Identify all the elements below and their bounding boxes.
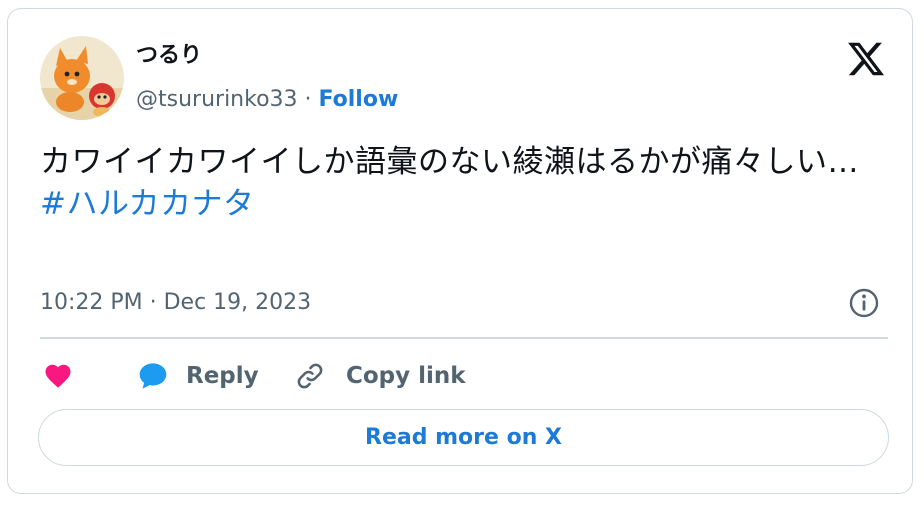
link-icon bbox=[297, 363, 323, 389]
handle-separator: · bbox=[297, 87, 319, 112]
read-more-button[interactable]: Read more on X bbox=[38, 409, 889, 466]
reply-button[interactable]: Reply bbox=[136, 359, 259, 393]
hashtag-link[interactable]: #ハルカカナタ bbox=[40, 183, 880, 225]
tweet-timestamp[interactable]: 10:22 PM · Dec 19, 2023 bbox=[40, 288, 311, 318]
like-button[interactable] bbox=[42, 359, 74, 393]
handle-row: @tsururinko33 · Follow bbox=[136, 85, 398, 115]
user-handle[interactable]: @tsururinko33 bbox=[136, 87, 298, 112]
follow-button[interactable]: Follow bbox=[319, 87, 399, 112]
heart-icon bbox=[45, 364, 71, 388]
divider bbox=[40, 337, 888, 339]
copy-link-button[interactable]: Copy link bbox=[294, 359, 466, 393]
avatar-image bbox=[40, 36, 124, 120]
reply-label: Reply bbox=[186, 363, 259, 389]
tweet-body: カワイイカワイイしか語彙のない綾瀬はるかが痛々しい… bbox=[40, 144, 859, 180]
copy-link-label: Copy link bbox=[346, 363, 466, 389]
tweet-text: カワイイカワイイしか語彙のない綾瀬はるかが痛々しい… #ハルカカナタ bbox=[40, 141, 880, 225]
speech-bubble-icon bbox=[139, 363, 167, 389]
read-more-label: Read more on X bbox=[365, 425, 562, 450]
avatar[interactable] bbox=[40, 36, 124, 120]
info-icon[interactable] bbox=[848, 287, 880, 319]
display-name[interactable]: つるり bbox=[136, 41, 202, 71]
tweet-card: つるり @tsururinko33 · Follow カワイイカワイイしか語彙の… bbox=[7, 8, 913, 494]
x-logo-icon[interactable] bbox=[846, 39, 886, 79]
